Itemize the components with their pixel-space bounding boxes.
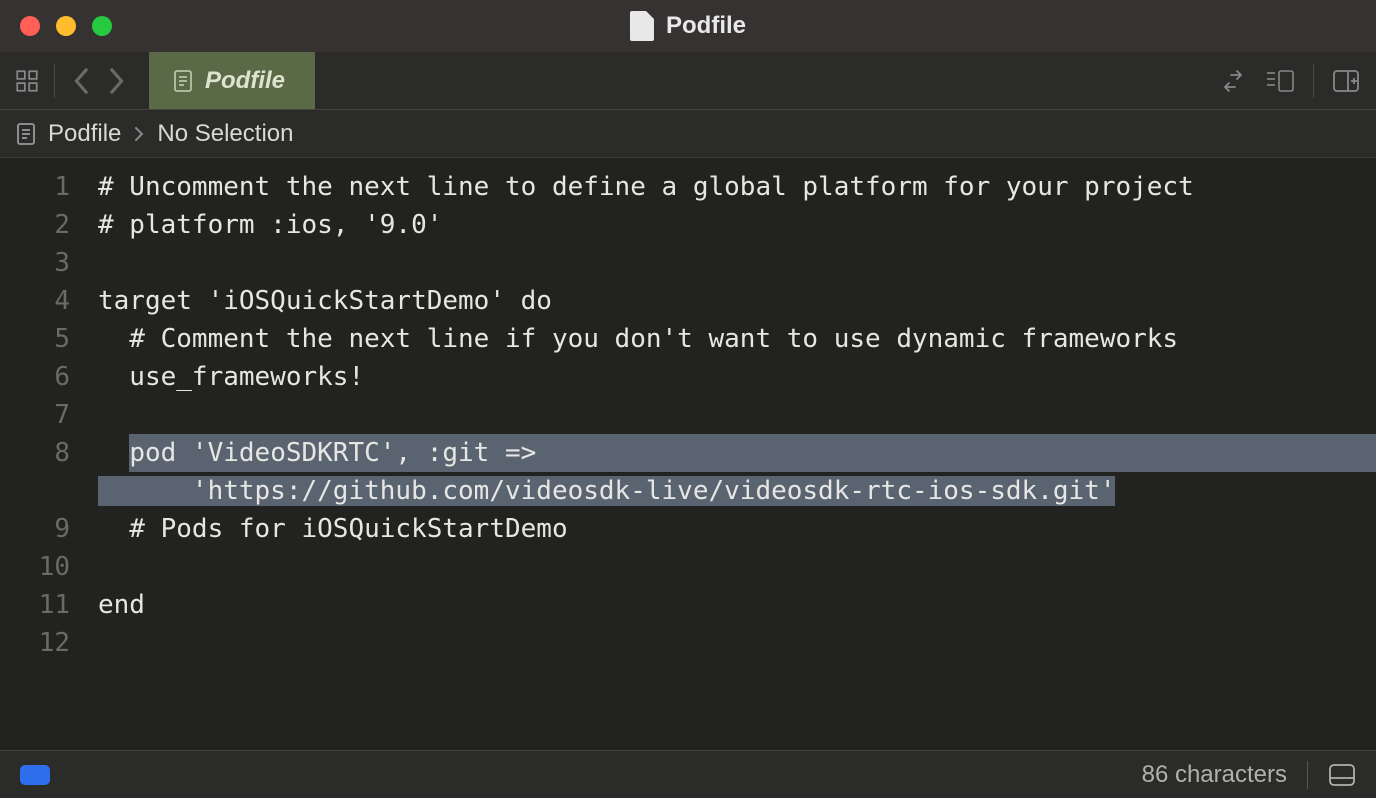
document-icon [173, 69, 193, 93]
tab-label: Podfile [205, 67, 285, 95]
code-line[interactable]: 'https://github.com/videosdk-live/videos… [98, 472, 1376, 510]
code-line[interactable] [98, 244, 1376, 282]
code-line[interactable] [98, 548, 1376, 586]
breadcrumb: Podfile No Selection [0, 110, 1376, 158]
code-line[interactable]: # Pods for iOSQuickStartDemo [98, 510, 1376, 548]
code-editor[interactable]: 123456789101112 # Uncomment the next lin… [0, 158, 1376, 750]
document-icon [16, 122, 36, 146]
grid-icon[interactable] [0, 52, 54, 109]
add-panel-icon[interactable] [1332, 69, 1360, 93]
status-indicator[interactable] [20, 765, 50, 785]
code-line[interactable]: use_frameworks! [98, 358, 1376, 396]
code-line[interactable]: target 'iOSQuickStartDemo' do [98, 282, 1376, 320]
code-line[interactable]: end [98, 586, 1376, 624]
code-line[interactable]: pod 'VideoSDKRTC', :git => [98, 434, 1376, 472]
close-button[interactable] [20, 16, 40, 36]
code-line[interactable]: # Uncomment the next line to define a gl… [98, 168, 1376, 206]
chevron-right-icon [133, 124, 145, 144]
minimize-button[interactable] [56, 16, 76, 36]
breadcrumb-selection[interactable]: No Selection [157, 120, 293, 148]
maximize-button[interactable] [92, 16, 112, 36]
divider [1307, 761, 1308, 789]
nav-forward-button[interactable] [99, 67, 133, 95]
divider [1313, 64, 1314, 98]
code-line[interactable]: # Comment the next line if you don't wan… [98, 320, 1376, 358]
nav-back-button[interactable] [65, 67, 99, 95]
tab-podfile[interactable]: Podfile [149, 52, 315, 109]
window-controls [20, 16, 112, 36]
statusbar: 86 characters [0, 750, 1376, 798]
file-icon [630, 11, 654, 41]
code-line[interactable] [98, 624, 1376, 662]
adjust-lines-icon[interactable] [1219, 69, 1247, 93]
character-count: 86 characters [1142, 761, 1287, 789]
titlebar: Podfile [0, 0, 1376, 52]
code-line[interactable]: # platform :ios, '9.0' [98, 206, 1376, 244]
code-review-icon[interactable] [1265, 69, 1295, 93]
code-line[interactable] [98, 396, 1376, 434]
window-title-text: Podfile [666, 12, 746, 40]
toolbar: Podfile [0, 52, 1376, 110]
line-gutter: 123456789101112 [0, 168, 98, 750]
breadcrumb-file[interactable]: Podfile [48, 120, 121, 148]
code-content[interactable]: # Uncomment the next line to define a gl… [98, 168, 1376, 750]
window-title: Podfile [630, 11, 746, 41]
panel-toggle-icon[interactable] [1328, 763, 1356, 787]
